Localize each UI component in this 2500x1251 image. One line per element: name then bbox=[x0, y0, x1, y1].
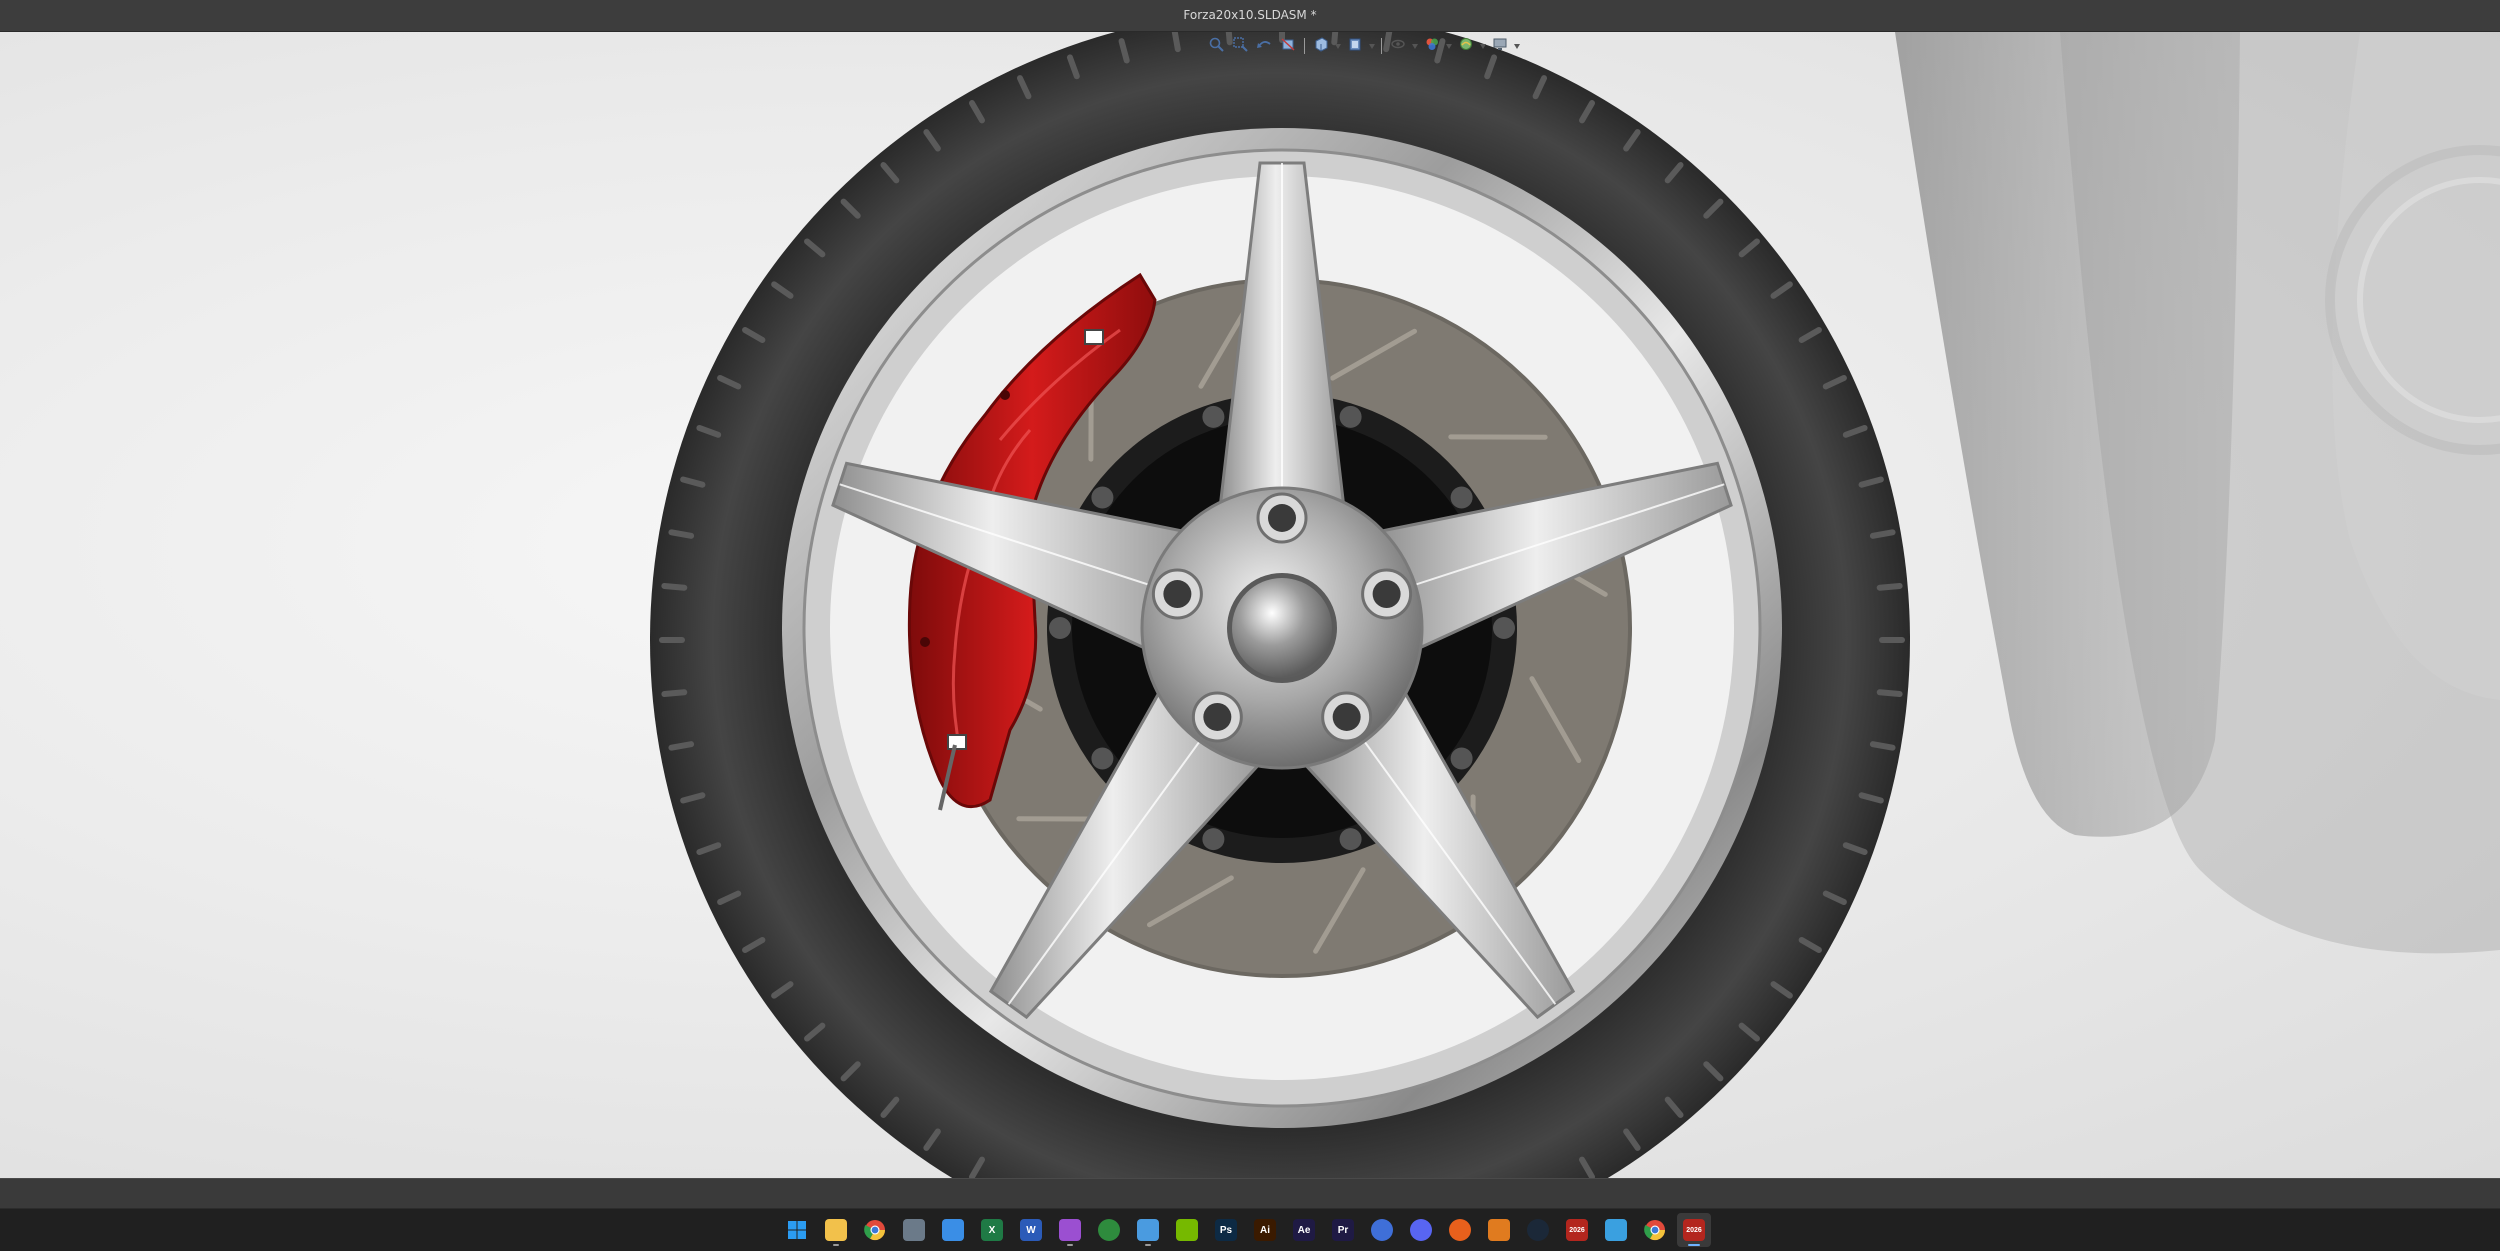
taskbar-xbox[interactable] bbox=[1092, 1213, 1126, 1247]
photoshop-icon: Ps bbox=[1215, 1219, 1237, 1241]
taskbar-icon-label: Pr bbox=[1338, 1225, 1349, 1236]
heads-up-view-toolbar bbox=[1200, 34, 1526, 58]
taskbar-word[interactable]: W bbox=[1014, 1213, 1048, 1247]
taskbar-snipping-tool[interactable] bbox=[1053, 1213, 1087, 1247]
cube-icon bbox=[1605, 1219, 1627, 1241]
taskbar-icon-label: Ai bbox=[1260, 1225, 1270, 1236]
excel-icon: X bbox=[981, 1219, 1003, 1241]
running-indicator bbox=[1688, 1244, 1700, 1246]
taskbar-solidworks-2026-a[interactable]: 2026 bbox=[1560, 1213, 1594, 1247]
chevron-down-icon[interactable] bbox=[1412, 36, 1418, 56]
section-view-icon bbox=[1280, 36, 1296, 56]
word-icon: W bbox=[1020, 1219, 1042, 1241]
zoom-to-fit-button[interactable] bbox=[1206, 36, 1226, 56]
premiere-icon: Pr bbox=[1332, 1219, 1354, 1241]
after-effects-icon: Ae bbox=[1293, 1219, 1315, 1241]
illustrator-icon: Ai bbox=[1254, 1219, 1276, 1241]
calculator-icon bbox=[903, 1219, 925, 1241]
nvidia-icon bbox=[1176, 1219, 1198, 1241]
taskbar-phone-link[interactable] bbox=[1131, 1213, 1165, 1247]
taskbar-icon-label: 2026 bbox=[1569, 1227, 1585, 1234]
taskbar-excel[interactable]: X bbox=[975, 1213, 1009, 1247]
chrome-icon bbox=[1644, 1219, 1666, 1241]
chevron-down-icon[interactable] bbox=[1335, 36, 1341, 56]
toolbar-separator bbox=[1381, 38, 1382, 54]
taskbar-premiere[interactable]: Pr bbox=[1326, 1213, 1360, 1247]
taskbar-chrome-profile[interactable] bbox=[1638, 1213, 1672, 1247]
taskbar-icon-label: W bbox=[1026, 1225, 1035, 1236]
taskbar-mail[interactable] bbox=[1365, 1213, 1399, 1247]
phone-icon bbox=[1137, 1219, 1159, 1241]
chevron-down-icon[interactable] bbox=[1514, 36, 1520, 56]
solidworks-icon: 2026 bbox=[1566, 1219, 1588, 1241]
taskbar-3d-viewer[interactable] bbox=[1599, 1213, 1633, 1247]
view-settings-button[interactable] bbox=[1490, 36, 1510, 56]
taskbar-microsoft-store[interactable] bbox=[936, 1213, 970, 1247]
window-title: Forza20x10.SLDASM * bbox=[0, 0, 2500, 31]
edit-appearance-icon bbox=[1424, 36, 1440, 56]
hide-show-items-button[interactable] bbox=[1388, 36, 1408, 56]
status-bar bbox=[0, 1178, 2500, 1209]
chrome-icon bbox=[864, 1219, 886, 1241]
title-bar: Forza20x10.SLDASM * bbox=[0, 0, 2500, 32]
solidworks-icon: 2026 bbox=[1683, 1219, 1705, 1241]
steam-icon bbox=[1527, 1219, 1549, 1241]
snipping-tool-icon bbox=[1059, 1219, 1081, 1241]
windows-start-icon bbox=[786, 1219, 808, 1241]
xbox-icon bbox=[1098, 1219, 1120, 1241]
running-indicator bbox=[1067, 1244, 1073, 1246]
display-style-icon bbox=[1347, 36, 1363, 56]
zoom-to-area-icon bbox=[1232, 36, 1248, 56]
view-orientation-button[interactable] bbox=[1311, 36, 1331, 56]
hide-show-eye-icon bbox=[1390, 36, 1406, 56]
taskbar-forza-app[interactable] bbox=[1482, 1213, 1516, 1247]
taskbar-start[interactable] bbox=[780, 1213, 814, 1247]
center-cap bbox=[1232, 578, 1332, 678]
orange-game-icon bbox=[1449, 1219, 1471, 1241]
monitor-icon bbox=[1492, 36, 1508, 56]
taskbar-calculator[interactable] bbox=[897, 1213, 931, 1247]
chevron-down-icon[interactable] bbox=[1480, 36, 1486, 56]
taskbar-chrome[interactable] bbox=[858, 1213, 892, 1247]
chevron-down-icon[interactable] bbox=[1369, 36, 1375, 56]
apply-scene-button[interactable] bbox=[1456, 36, 1476, 56]
taskbar-icon-label: Ae bbox=[1298, 1225, 1311, 1236]
previous-view-icon bbox=[1256, 36, 1272, 56]
previous-view-button[interactable] bbox=[1254, 36, 1274, 56]
display-style-button[interactable] bbox=[1345, 36, 1365, 56]
section-view-button[interactable] bbox=[1278, 36, 1298, 56]
view-orientation-icon bbox=[1313, 36, 1329, 56]
taskbar-illustrator[interactable]: Ai bbox=[1248, 1213, 1282, 1247]
windows-taskbar: X W Ps Ai Ae Pr 2026 2026 bbox=[0, 1208, 2500, 1251]
forza-icon bbox=[1488, 1219, 1510, 1241]
wheel-hub bbox=[1142, 488, 1422, 768]
discord-icon bbox=[1410, 1219, 1432, 1241]
taskbar-discord[interactable] bbox=[1404, 1213, 1438, 1247]
wheel-model-render[interactable] bbox=[0, 32, 2500, 1178]
taskbar-file-explorer[interactable] bbox=[819, 1213, 853, 1247]
taskbar-steam[interactable] bbox=[1521, 1213, 1555, 1247]
mail-icon bbox=[1371, 1219, 1393, 1241]
taskbar-icons: X W Ps Ai Ae Pr 2026 2026 bbox=[780, 1213, 1711, 1247]
taskbar-icon-label: X bbox=[989, 1225, 996, 1236]
running-indicator bbox=[833, 1244, 839, 1246]
taskbar-game-launcher[interactable] bbox=[1443, 1213, 1477, 1247]
zoom-to-fit-icon bbox=[1208, 36, 1224, 56]
zoom-to-area-button[interactable] bbox=[1230, 36, 1250, 56]
running-indicator bbox=[1145, 1244, 1151, 1246]
chevron-down-icon[interactable] bbox=[1446, 36, 1452, 56]
graphics-viewport[interactable] bbox=[0, 32, 2500, 1178]
edit-appearance-button[interactable] bbox=[1422, 36, 1442, 56]
toolbar-separator bbox=[1304, 38, 1305, 54]
taskbar-solidworks-2026-b[interactable]: 2026 bbox=[1677, 1213, 1711, 1247]
store-icon bbox=[942, 1219, 964, 1241]
taskbar-icon-label: Ps bbox=[1220, 1225, 1232, 1236]
folder-icon bbox=[825, 1219, 847, 1241]
ghost-wheel bbox=[1895, 32, 2500, 953]
taskbar-after-effects[interactable]: Ae bbox=[1287, 1213, 1321, 1247]
taskbar-photoshop[interactable]: Ps bbox=[1209, 1213, 1243, 1247]
apply-scene-icon bbox=[1458, 36, 1474, 56]
taskbar-nvidia[interactable] bbox=[1170, 1213, 1204, 1247]
taskbar-icon-label: 2026 bbox=[1686, 1227, 1702, 1234]
